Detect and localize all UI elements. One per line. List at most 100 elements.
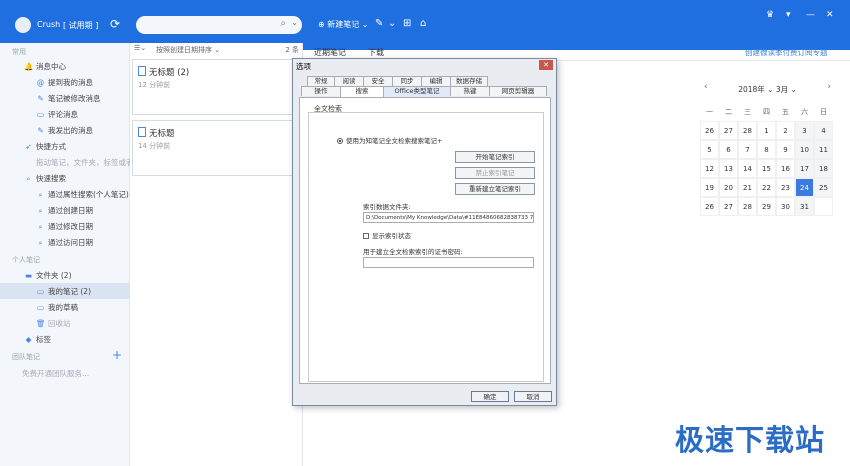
calendar-day[interactable]: 19 bbox=[700, 178, 719, 197]
fulltext-radio[interactable]: 使用为知笔记全文检索搜索笔记+ bbox=[337, 135, 442, 145]
calendar-day[interactable]: 5 bbox=[700, 140, 719, 159]
edit-icon[interactable]: ✎ bbox=[375, 18, 383, 29]
sidebar-item-sent[interactable]: ✎ 我发出的消息 bbox=[36, 125, 93, 136]
new-note-button[interactable]: ⊕ 新建笔记 ⌄ bbox=[318, 19, 369, 30]
calendar-day[interactable]: 30 bbox=[776, 197, 795, 216]
month-select[interactable]: 3月 bbox=[776, 85, 788, 94]
calendar-day[interactable]: 28 bbox=[738, 197, 757, 216]
start-index-button[interactable]: 开始笔记索引 bbox=[455, 151, 535, 163]
calendar-day[interactable]: 22 bbox=[757, 178, 776, 197]
close-icon[interactable]: ✕ bbox=[826, 10, 834, 20]
calendar-day[interactable]: 8 bbox=[757, 140, 776, 159]
calendar-day[interactable]: 26 bbox=[700, 197, 719, 216]
trial-badge[interactable]: [ 试用期 ] bbox=[63, 20, 98, 31]
sidebar-item-by-modified[interactable]: ⌕ 通过修改日期 bbox=[36, 221, 93, 232]
cert-password-field[interactable] bbox=[363, 257, 534, 268]
grid-icon[interactable]: ⊞ bbox=[403, 18, 411, 29]
list-menu-icon[interactable]: ☰⌄ bbox=[134, 44, 146, 52]
menu-icon[interactable]: ▾ bbox=[786, 10, 791, 20]
calendar-day[interactable]: 6 bbox=[719, 140, 738, 159]
calendar-day[interactable]: 26 bbox=[700, 121, 719, 140]
calendar-day[interactable]: 1 bbox=[757, 121, 776, 140]
calendar-day[interactable]: 16 bbox=[776, 159, 795, 178]
disable-index-button[interactable]: 禁止索引笔记 bbox=[455, 167, 535, 179]
calendar-day[interactable]: 2 bbox=[776, 121, 795, 140]
sync-icon[interactable]: ⟳ bbox=[110, 17, 120, 31]
calendar-day[interactable]: 14 bbox=[738, 159, 757, 178]
add-team-icon[interactable]: + bbox=[112, 348, 122, 362]
tab-option[interactable]: 同步 bbox=[392, 76, 422, 86]
minimize-button[interactable]: — bbox=[806, 10, 815, 20]
sidebar-item-tags[interactable]: ◆ 标签 bbox=[24, 334, 51, 345]
home-icon[interactable]: ⌂ bbox=[420, 18, 426, 29]
calendar-day[interactable]: 24 bbox=[795, 178, 814, 197]
tab-option[interactable]: 搜索 bbox=[340, 86, 384, 97]
tab-option[interactable]: 阅读 bbox=[334, 76, 364, 86]
sidebar-item-by-accessed[interactable]: ⌕ 通过访问日期 bbox=[36, 237, 93, 248]
list-item[interactable]: 无标题 14 分钟前 bbox=[132, 120, 300, 176]
tab-option[interactable]: 操作 bbox=[301, 86, 341, 96]
send-icon: ✎ bbox=[37, 126, 44, 135]
chevron-down-icon[interactable]: ⌄ bbox=[388, 18, 396, 29]
sidebar-item-by-created[interactable]: ⌕ 通过创建日期 bbox=[36, 205, 93, 216]
cancel-button[interactable]: 取消 bbox=[514, 391, 552, 402]
index-folder-field[interactable]: D:\Documents\My Knowledge\Data\#11E84860… bbox=[363, 212, 534, 223]
sidebar-item-quick-search[interactable]: ⌕ 快速搜索 bbox=[24, 173, 66, 184]
calendar-day[interactable]: 4 bbox=[814, 121, 833, 140]
calendar-day[interactable]: 25 bbox=[814, 178, 833, 197]
show-status-checkbox[interactable]: 显示索引状态 bbox=[363, 230, 411, 240]
calendar-day[interactable]: 7 bbox=[738, 140, 757, 159]
cert-password-label: 用于建立全文检索索引的证书密码: bbox=[363, 248, 463, 256]
sidebar-item-mention[interactable]: @ 提到我的消息 bbox=[36, 77, 93, 88]
sidebar-item-messages[interactable]: 🔔 消息中心 bbox=[24, 61, 66, 72]
sort-dropdown[interactable]: 按照创建日期排序 ⌄ bbox=[156, 45, 220, 55]
tab-option[interactable]: 常规 bbox=[307, 76, 335, 86]
list-item[interactable]: 无标题 (2) 12 分钟前 bbox=[132, 59, 300, 115]
sidebar-item-modified[interactable]: ✎ 笔记被修改消息 bbox=[36, 93, 100, 104]
calendar-day[interactable]: 28 bbox=[738, 121, 757, 140]
tab-recent[interactable]: 近期笔记 bbox=[314, 47, 346, 58]
calendar-day[interactable]: 29 bbox=[757, 197, 776, 216]
calendar-day[interactable]: 18 bbox=[814, 159, 833, 178]
skin-icon[interactable]: ♛ bbox=[766, 10, 774, 20]
user-avatar[interactable] bbox=[15, 17, 31, 33]
tab-option[interactable]: 数据存储 bbox=[450, 76, 488, 86]
tab-option[interactable]: 编辑 bbox=[421, 76, 451, 86]
tab-download[interactable]: 下载 bbox=[368, 47, 384, 58]
calendar-day[interactable]: 11 bbox=[814, 140, 833, 159]
calendar-day[interactable]: 9 bbox=[776, 140, 795, 159]
calendar-day[interactable]: 3 bbox=[795, 121, 814, 140]
team-hint[interactable]: 免费开通团队服务... bbox=[22, 368, 89, 379]
ok-button[interactable]: 确定 bbox=[471, 391, 509, 402]
calendar-day[interactable]: 17 bbox=[795, 159, 814, 178]
rebuild-index-button[interactable]: 重新建立笔记索引 bbox=[455, 183, 535, 195]
calendar-day[interactable]: 15 bbox=[757, 159, 776, 178]
tab-option[interactable]: 安全 bbox=[363, 76, 393, 86]
calendar-day[interactable]: 12 bbox=[700, 159, 719, 178]
calendar-day[interactable]: 31 bbox=[795, 197, 814, 216]
sidebar-item-comments[interactable]: ▭ 评论消息 bbox=[36, 109, 78, 120]
next-month-icon[interactable]: › bbox=[827, 82, 831, 92]
year-select[interactable]: 2018年 bbox=[738, 85, 765, 94]
search-input[interactable]: ⌕ ⌄ bbox=[136, 16, 302, 34]
calendar-day[interactable]: 27 bbox=[719, 121, 738, 140]
calendar-day[interactable]: 27 bbox=[719, 197, 738, 216]
calendar-day[interactable]: 13 bbox=[719, 159, 738, 178]
subscribe-link[interactable]: 创建微读季付费订阅专题 bbox=[745, 47, 828, 58]
calendar-day[interactable]: 20 bbox=[719, 178, 738, 197]
sidebar-item-my-notes[interactable]: ▭ 我的笔记 (2) bbox=[36, 286, 91, 297]
chevron-down-icon[interactable]: ⌄ bbox=[291, 18, 298, 27]
sidebar-item-drafts[interactable]: ▭ 我的草稿 bbox=[36, 302, 78, 313]
search-icon[interactable]: ⌕ bbox=[280, 18, 286, 29]
calendar-day[interactable]: 21 bbox=[738, 178, 757, 197]
close-icon[interactable]: ✕ bbox=[539, 60, 553, 70]
sidebar-item-folders[interactable]: ▬ 文件夹 (2) bbox=[24, 270, 72, 281]
tab-option[interactable]: 热键 bbox=[450, 86, 490, 96]
sidebar-item-recycle[interactable]: 🗑 回收站 bbox=[36, 318, 71, 329]
calendar-day[interactable]: 10 bbox=[795, 140, 814, 159]
sidebar-item-shortcuts[interactable]: ➶ 快捷方式 bbox=[24, 141, 66, 152]
sidebar-item-by-attr[interactable]: ⌕ 通过属性搜索(个人笔记) bbox=[36, 189, 128, 200]
calendar-day[interactable]: 23 bbox=[776, 178, 795, 197]
tab-option[interactable]: Office类型笔记 bbox=[383, 86, 451, 96]
tab-option[interactable]: 网页剪辑器 bbox=[489, 86, 547, 96]
